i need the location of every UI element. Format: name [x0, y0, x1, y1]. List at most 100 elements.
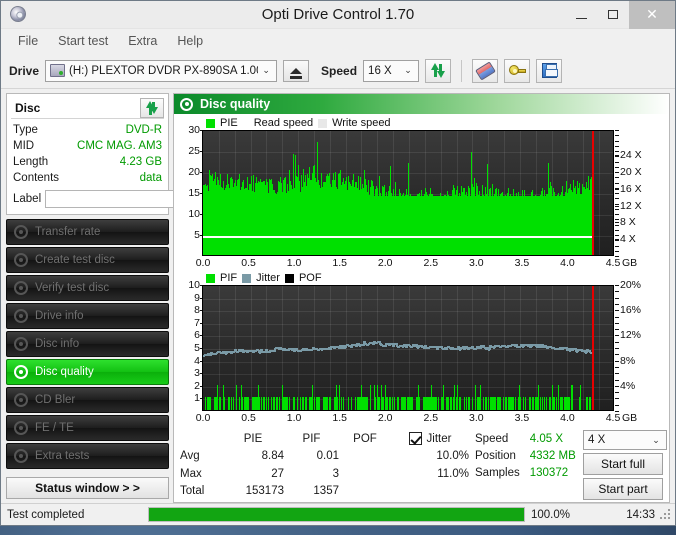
close-icon[interactable]: ✕ — [629, 0, 675, 29]
drive-select[interactable]: (H:) PLEXTOR DVDR PX-890SA 1.00 ⌄ — [45, 59, 278, 82]
speed-select[interactable]: 16 X ⌄ — [363, 59, 420, 82]
refresh-icon — [145, 101, 159, 115]
disc-row-length: Length 4.23 GB — [11, 154, 164, 170]
axis-minor-tick — [615, 398, 619, 400]
gridline — [203, 362, 613, 363]
chart-bar — [466, 397, 467, 410]
menu-item-help[interactable]: Help — [168, 31, 212, 51]
sidebar-item-drive-info[interactable]: Drive info — [6, 303, 169, 329]
chart-bar — [375, 397, 376, 410]
chart-bar — [248, 397, 249, 410]
chart-bar — [544, 397, 545, 410]
chart-bar — [469, 397, 470, 410]
menu-item-start-test[interactable]: Start test — [49, 31, 117, 51]
status-message: Test completed — [7, 508, 85, 521]
axis-tick: 30 — [188, 124, 204, 136]
sidebar-item-label: Disc info — [35, 338, 80, 350]
sidebar-item-disc-info[interactable]: Disc info — [6, 331, 169, 357]
chart-bar — [271, 397, 272, 410]
window-controls: ✕ — [565, 0, 675, 29]
chart-pif-y-axis-right: 20% 16% 12% 8% 4% — [614, 279, 646, 412]
eraser-icon — [474, 60, 496, 81]
disc-panel-header: Disc — [11, 97, 164, 119]
chart-bar — [540, 397, 541, 410]
chart-bar — [339, 385, 340, 410]
legend-label-read-speed: Read speed — [253, 117, 314, 129]
disc-mid-value: CMC MAG. AM3 — [77, 140, 162, 152]
chart-bar — [443, 385, 444, 410]
chart-pie-plot[interactable] — [202, 130, 614, 256]
chart-pif-plot[interactable] — [202, 285, 614, 411]
chart-bar — [236, 385, 237, 410]
menu-item-file[interactable]: File — [9, 31, 47, 51]
chart-bar — [448, 397, 449, 410]
disc-refresh-button[interactable] — [140, 97, 164, 118]
sidebar-item-disc-quality[interactable]: Disc quality — [6, 359, 169, 385]
eject-button[interactable] — [283, 59, 310, 82]
sidebar-item-label: Transfer rate — [35, 226, 101, 238]
chart-bar — [355, 397, 356, 410]
jitter-checkbox[interactable] — [408, 432, 422, 446]
table-row: Avg 8.84 0.01 10.0% — [180, 448, 469, 466]
axis-tick: 4.5 — [605, 257, 621, 269]
chart-bar — [217, 385, 218, 410]
gauge-icon — [14, 309, 28, 323]
save-button[interactable] — [536, 58, 563, 83]
start-full-button[interactable]: Start full — [583, 453, 663, 475]
chart-bar — [266, 397, 267, 410]
erase-button[interactable] — [472, 58, 499, 83]
chart-bar — [327, 397, 328, 410]
stat-row-speed: Speed 4.05 X — [475, 430, 576, 447]
sidebar-item-transfer-rate[interactable]: Transfer rate — [6, 219, 169, 245]
axis-tick: 1.0 — [286, 257, 302, 269]
axis-tick: 10 — [188, 208, 204, 220]
stats-avg-jitter: 10.0% — [436, 450, 469, 463]
axis-minor-tick — [615, 322, 619, 324]
title-bar: Opti Drive Control 1.70 ✕ — [1, 0, 675, 29]
sidebar-item-label: Create test disc — [35, 254, 115, 266]
axis-tick: 5 — [194, 342, 204, 354]
main-panel: Disc quality PIE Read speed Write speed … — [173, 93, 670, 503]
axis-minor-tick — [615, 156, 619, 158]
axis-tick: 3.0 — [469, 412, 484, 424]
chart-bar — [341, 397, 342, 410]
sidebar-item-create-test-disc[interactable]: Create test disc — [6, 247, 169, 273]
resize-grip-icon[interactable] — [659, 508, 673, 522]
stats-header-pof: POF — [353, 432, 377, 445]
axis-minor-tick — [615, 316, 619, 318]
axis-tick: 1 — [194, 392, 204, 405]
axis-minor-tick — [615, 297, 619, 299]
gridline — [203, 311, 613, 312]
axis-tick: 3 — [194, 367, 204, 380]
tools-button[interactable] — [504, 58, 531, 83]
chart-bar — [351, 397, 352, 410]
sidebar-item-fe-te[interactable]: FE / TE — [6, 415, 169, 441]
chart-bar — [242, 397, 243, 410]
chart-bar — [312, 385, 313, 410]
chart-bar — [319, 397, 320, 410]
chart-bar — [259, 397, 260, 410]
chart-bar — [297, 397, 298, 410]
chart-bar — [287, 397, 288, 410]
test-speed-select[interactable]: 4 X ⌄ — [583, 430, 667, 450]
status-window-button[interactable]: Status window > > — [6, 477, 169, 499]
chart-bar — [546, 397, 547, 410]
menu-item-extra[interactable]: Extra — [119, 31, 166, 51]
sidebar-item-cd-bler[interactable]: CD Bler — [6, 387, 169, 413]
chart-bar — [306, 397, 307, 410]
sidebar-item-verify-test-disc[interactable]: Verify test disc — [6, 275, 169, 301]
start-part-button[interactable]: Start part — [583, 478, 663, 500]
axis-tick: 8 — [194, 304, 204, 317]
minimize-icon[interactable] — [565, 1, 597, 29]
chart-pif-x-axis: 0.0 0.5 1.0 1.5 2.0 2.5 3.0 3.5 4.0 4.5 GB — [196, 411, 665, 426]
stats-total-pof — [339, 483, 391, 501]
sidebar-item-extra-tests[interactable]: Extra tests — [6, 443, 169, 469]
stat-position-value: 4332 MB — [529, 449, 576, 462]
axis-minor-tick — [615, 341, 619, 343]
chart-bar — [398, 397, 399, 410]
chart-bar — [530, 397, 531, 410]
refresh-button[interactable] — [425, 58, 452, 83]
stat-samples-label: Samples — [475, 466, 520, 479]
maximize-icon[interactable] — [597, 1, 629, 29]
disc-type-label: Type — [13, 124, 38, 136]
